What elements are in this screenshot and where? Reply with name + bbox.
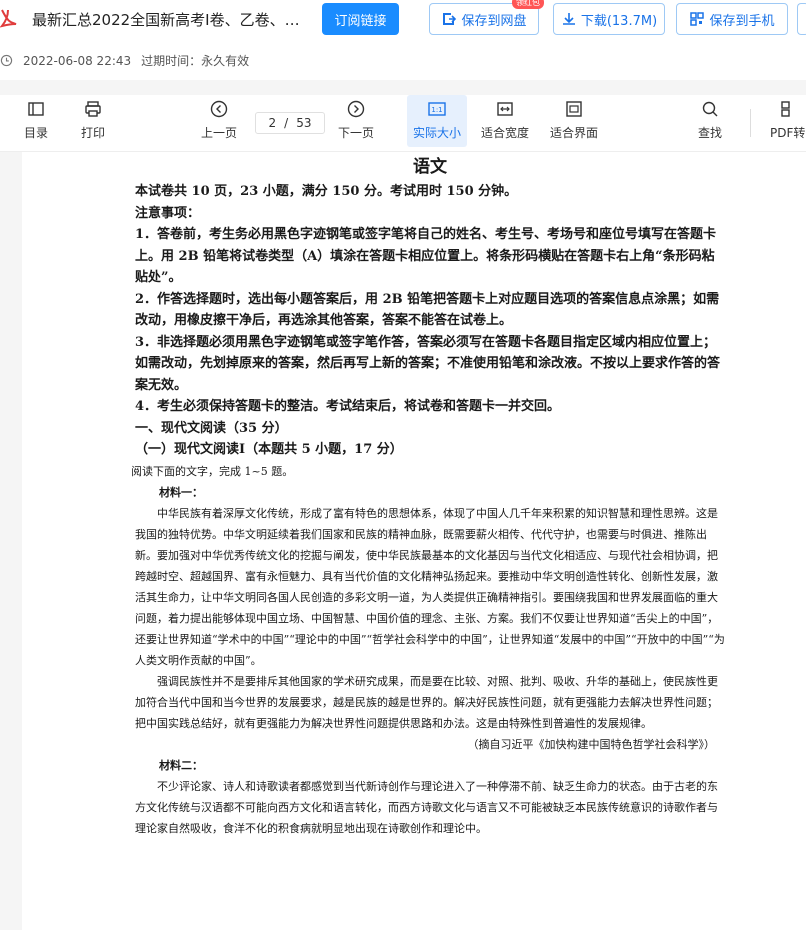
viewer-toolbar: 目录 打印 上一页 2 / 53 下一页 1:1 实际大小 适合宽度 适合界面 … — [0, 95, 806, 152]
print-label: 打印 — [81, 126, 106, 140]
doc-title: 语文 — [413, 157, 447, 177]
search-button[interactable]: 查找 — [698, 99, 722, 141]
file-date: 2022-06-08 22:43 — [23, 53, 132, 68]
doc-intro: 本试卷共 10 页，23 小题，满分 150 分。考试用时 150 分钟。 — [135, 184, 518, 199]
notice-item-1: 1．答卷前，考生务必用黑色字迹钢笔或签字笔将自己的姓名、考生号、考场号和座位号填… — [135, 227, 717, 285]
document-content: 语文 本试卷共 10 页，23 小题，满分 150 分。考试用时 150 分钟。… — [131, 152, 725, 839]
prev-page-label: 上一页 — [201, 126, 238, 140]
printer-icon — [85, 101, 101, 117]
notice-item-3: 3．非选择题必须用黑色字迹钢笔或签字笔作答，答案必须写在答题卡各题目指定区域内相… — [135, 334, 721, 393]
material-2-label: 材料二： — [159, 758, 203, 772]
page-separator: / — [284, 116, 289, 130]
fit-page-icon — [566, 101, 582, 117]
file-expire: 过期时间：永久有效 — [141, 54, 250, 68]
notice-item-4: 4．考生必须保持答题卡的整洁。考试结束后，将试卷和答题卡一并交回。 — [135, 399, 561, 414]
actual-size-icon: 1:1 — [428, 102, 446, 116]
material-1-label: 材料一： — [159, 485, 203, 499]
fit-page-label: 适合界面 — [550, 126, 599, 140]
document-page: 语文 本试卷共 10 页，23 小题，满分 150 分。考试用时 150 分钟。… — [22, 152, 806, 930]
actual-size-label: 实际大小 — [413, 126, 462, 140]
section-heading-2: （一）现代文阅读Ⅰ（本题共 5 小题，17 分） — [135, 442, 403, 457]
actual-size-button[interactable]: 1:1 实际大小 — [407, 95, 468, 147]
qr-code-icon — [690, 12, 705, 26]
redbag-badge: 领红包 — [512, 0, 544, 9]
material-1-paragraph-2: 强调民族性并不是要排斥其他国家的学术研究成果，而是要在比较、对照、批判、吸收、升… — [135, 674, 718, 730]
download-button[interactable]: 下载(13.7M) — [553, 3, 665, 35]
fit-page-button[interactable]: 适合界面 — [550, 99, 598, 141]
fit-width-icon — [497, 102, 513, 116]
chevron-left-circle-icon — [210, 100, 228, 118]
more-button-edge[interactable] — [797, 3, 806, 35]
search-icon — [702, 101, 718, 117]
toolbar-divider — [750, 109, 751, 137]
fit-width-label: 适合宽度 — [481, 126, 530, 140]
toc-button[interactable]: 目录 — [24, 99, 48, 141]
pdf-convert-label: PDF转 — [770, 126, 806, 140]
save-disk-icon — [443, 13, 457, 25]
search-label: 查找 — [698, 126, 723, 140]
section-instruction: 阅读下面的文字，完成 1~5 题。 — [131, 464, 294, 478]
save-to-phone-label: 保存到手机 — [709, 13, 775, 29]
page-indicator[interactable]: 2 / 53 — [255, 112, 325, 134]
toc-icon — [28, 102, 44, 116]
file-title: 最新汇总2022全国新高考Ⅰ卷、乙卷、… — [32, 11, 300, 29]
convert-icon — [781, 101, 790, 117]
clock-icon — [0, 54, 13, 67]
next-page-label: 下一页 — [338, 126, 375, 140]
subscribe-button[interactable]: 订阅链接 — [322, 3, 399, 35]
material-1-paragraph-1: 中华民族有着深厚文化传统，形成了富有特色的思想体系，体现了中国人几千年来积累的知… — [135, 506, 725, 667]
prev-page-button[interactable]: 上一页 — [201, 99, 237, 141]
svg-text:1:1: 1:1 — [431, 106, 442, 114]
pdf-convert-button[interactable]: PDF转 — [770, 99, 805, 141]
title-bar: 最新汇总2022全国新高考Ⅰ卷、乙卷、… 订阅链接 保存到网盘 领红包 下载(1… — [0, 0, 806, 80]
print-button[interactable]: 打印 — [81, 99, 105, 141]
page-current[interactable]: 2 — [269, 116, 277, 130]
next-page-button[interactable]: 下一页 — [338, 99, 374, 141]
toc-label: 目录 — [24, 126, 49, 140]
section-heading-1: 一、现代文阅读（35 分） — [135, 420, 288, 436]
download-icon — [562, 13, 575, 25]
fit-width-button[interactable]: 适合宽度 — [481, 99, 529, 141]
chevron-right-circle-icon — [347, 100, 365, 118]
save-to-disk-label: 保存到网盘 — [461, 13, 527, 29]
pdf-file-icon — [0, 9, 17, 28]
download-label: 下载(13.7M) — [580, 13, 658, 29]
file-meta: 2022-06-08 22:43 过期时间：永久有效 — [0, 52, 249, 69]
material-2-paragraph-1: 不少评论家、诗人和诗歌读者都感觉到当代新诗创作与理论进入了一种停滞不前、缺乏生命… — [135, 779, 718, 835]
save-to-phone-button[interactable]: 保存到手机 — [676, 3, 788, 35]
doc-notice: 注意事项： — [135, 205, 201, 221]
page-total: 53 — [296, 116, 312, 130]
notice-item-2: 2．作答选择题时，选出每小题答案后，用 2B 铅笔把答题卡上对应题目选项的答案信… — [135, 291, 720, 329]
material-1-source: （摘自习近平《加快构建中国特色哲学社会科学》） — [467, 737, 716, 751]
